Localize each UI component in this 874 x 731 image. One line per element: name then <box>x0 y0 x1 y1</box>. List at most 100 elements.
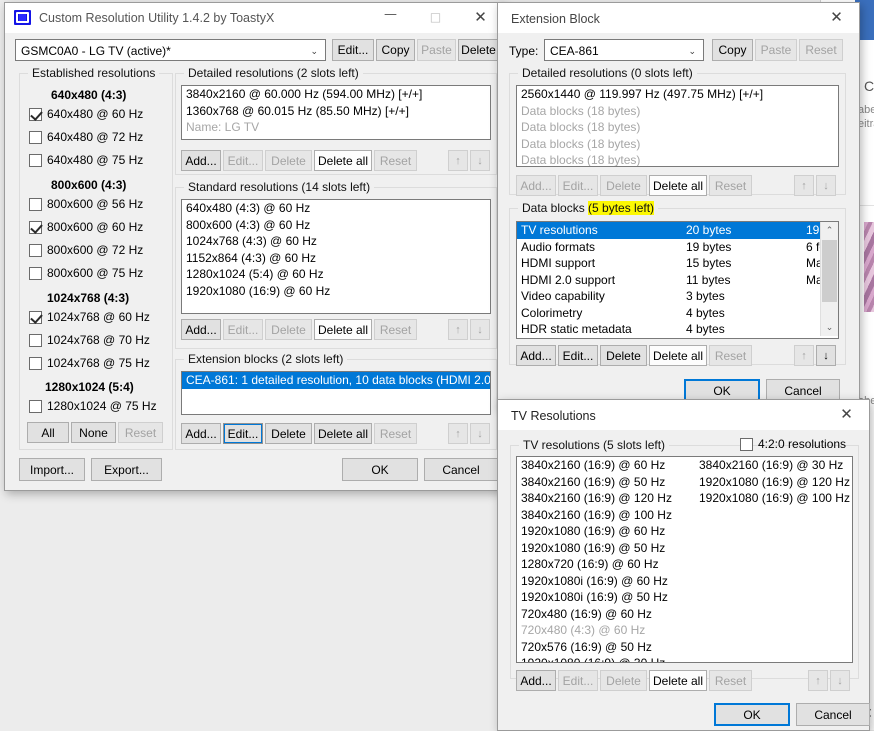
checkbox-800x600-72[interactable] <box>29 244 42 257</box>
tvres-delete-all-button[interactable]: Delete all <box>649 670 707 691</box>
extension-block-close-button[interactable]: ✕ <box>814 3 859 33</box>
established-all-button[interactable]: All <box>27 422 69 443</box>
tv-resolutions-list[interactable]: 3840x2160 (16:9) @ 60 Hz 3840x2160 (16:9… <box>516 456 853 663</box>
datablocks-delete-all-button[interactable]: Delete all <box>649 345 707 366</box>
copy-profile-button[interactable]: Copy <box>376 39 415 61</box>
list-item[interactable]: 3840x2160 (16:9) @ 100 Hz <box>517 507 692 524</box>
checkbox-640x480-60[interactable] <box>29 108 42 121</box>
list-item[interactable]: 1920x1080 (16:9) @ 50 Hz <box>517 540 692 557</box>
list-item[interactable]: 1920x1080 (16:9) @ 120 Hz <box>695 474 850 491</box>
checkbox-640x480-72[interactable] <box>29 131 42 144</box>
list-item[interactable]: 1360x768 @ 60.015 Hz (85.50 MHz) [+/+] <box>182 103 490 120</box>
list-item[interactable]: 1920x1080 (16:9) @ 100 Hz <box>695 490 850 507</box>
list-item[interactable]: Name: LG TV <box>182 119 490 136</box>
list-item[interactable]: 3840x2160 (16:9) @ 120 Hz <box>517 490 692 507</box>
list-item[interactable]: Data blocks (18 bytes) <box>517 152 838 167</box>
export-button[interactable]: Export... <box>91 458 162 481</box>
datablocks-delete-button[interactable]: Delete <box>600 345 647 366</box>
table-row[interactable]: Video capability3 bytes <box>517 288 838 305</box>
list-item[interactable]: 1920x1080 (16:9) @ 60 Hz <box>182 283 490 300</box>
tv-resolutions-cancel-button[interactable]: Cancel <box>796 703 870 726</box>
checkbox-1024x768-60[interactable] <box>29 311 42 324</box>
extblocks-delete-button[interactable]: Delete <box>265 423 312 444</box>
extension-blocks-list[interactable]: CEA-861: 1 detailed resolution, 10 data … <box>181 371 491 415</box>
list-item[interactable]: 3840x2160 (16:9) @ 50 Hz <box>517 474 692 491</box>
list-item[interactable]: 720x576 (16:9) @ 50 Hz <box>517 639 692 656</box>
checkbox-640x480-75[interactable] <box>29 154 42 167</box>
tvres-add-button[interactable]: Add... <box>516 670 556 691</box>
list-item[interactable]: 3840x2160 @ 60.000 Hz (594.00 MHz) [+/+] <box>182 86 490 103</box>
checkbox-420-resolutions[interactable] <box>740 438 753 451</box>
table-row[interactable]: Audio formats19 bytes6 formats <box>517 239 838 256</box>
checkbox-1280x1024-75[interactable] <box>29 400 42 413</box>
list-item[interactable]: 720x480 (16:9) @ 60 Hz <box>517 606 692 623</box>
tv-resolutions-close-button[interactable]: ✕ <box>824 400 869 430</box>
display-combo[interactable]: GSMC0A0 - LG TV (active)* ⌄ <box>15 39 326 61</box>
table-row[interactable]: HDMI support15 bytesMax: 300 MHz <box>517 255 838 272</box>
detailed-resolutions-list[interactable]: 3840x2160 @ 60.000 Hz (594.00 MHz) [+/+]… <box>181 85 491 140</box>
edit-profile-button[interactable]: Edit... <box>332 39 374 61</box>
standard-delete-all-button[interactable]: Delete all <box>314 319 372 340</box>
scroll-down-icon[interactable]: ⌄ <box>821 319 838 336</box>
list-item[interactable]: 1920x1080 (16:9) @ 60 Hz <box>517 523 692 540</box>
list-item[interactable]: 1920x1080i (16:9) @ 60 Hz <box>517 573 692 590</box>
extension-copy-button[interactable]: Copy <box>712 39 753 61</box>
table-row[interactable]: HDR static metadata4 bytes <box>517 321 838 338</box>
list-item[interactable]: 3840x2160 (16:9) @ 60 Hz <box>517 457 692 474</box>
list-item[interactable]: 1152x864 (4:3) @ 60 Hz <box>182 250 490 267</box>
extblocks-edit-button[interactable]: Edit... <box>223 423 263 444</box>
list-item[interactable]: 800x600 (4:3) @ 60 Hz <box>182 217 490 234</box>
list-item[interactable]: CEA-861: 1 detailed resolution, 10 data … <box>182 372 490 389</box>
list-item[interactable]: 1920x1080 (16:9) @ 30 Hz <box>517 655 692 663</box>
datablocks-move-up-button: ↑ <box>794 345 814 366</box>
list-item[interactable]: 1280x1024 (5:4) @ 60 Hz <box>182 266 490 283</box>
list-item[interactable]: Data blocks (18 bytes) <box>517 103 838 120</box>
detailed-delete-all-button[interactable]: Delete all <box>314 150 372 171</box>
delete-profile-button[interactable]: Delete <box>458 39 499 61</box>
tv-resolutions-ok-button[interactable]: OK <box>714 703 790 726</box>
cru-cancel-button[interactable]: Cancel <box>424 458 498 481</box>
checkbox-800x600-60[interactable] <box>29 221 42 234</box>
table-row[interactable]: 4:2:0 capability map3 bytes <box>517 338 838 340</box>
table-row[interactable]: Colorimetry4 bytes <box>517 305 838 322</box>
scrollbar-thumb[interactable] <box>822 240 837 302</box>
extension-type-combo[interactable]: CEA-861 ⌄ <box>544 39 704 61</box>
standard-resolutions-list[interactable]: 640x480 (4:3) @ 60 Hz 800x600 (4:3) @ 60… <box>181 199 491 314</box>
cru-title-bar[interactable]: Custom Resolution Utility 1.4.2 by Toast… <box>5 3 503 33</box>
datablocks-move-down-button[interactable]: ↓ <box>816 345 836 366</box>
checkbox-800x600-75[interactable] <box>29 267 42 280</box>
datablocks-edit-button[interactable]: Edit... <box>558 345 598 366</box>
import-button[interactable]: Import... <box>19 458 85 481</box>
extblocks-add-button[interactable]: Add... <box>181 423 221 444</box>
list-item[interactable]: 1920x1080i (16:9) @ 50 Hz <box>517 589 692 606</box>
cru-ok-button[interactable]: OK <box>342 458 418 481</box>
established-none-button[interactable]: None <box>71 422 116 443</box>
maximize-button[interactable]: □ <box>413 3 458 33</box>
datablocks-add-button[interactable]: Add... <box>516 345 556 366</box>
list-item[interactable]: Data blocks (18 bytes) <box>517 119 838 136</box>
list-item[interactable]: Data blocks (18 bytes) <box>517 136 838 153</box>
list-item[interactable]: 1280x720 (16:9) @ 60 Hz <box>517 556 692 573</box>
table-row[interactable]: TV resolutions20 bytes19 resolutions <box>517 222 838 239</box>
checkbox-800x600-56[interactable] <box>29 198 42 211</box>
list-item[interactable]: 3840x2160 (16:9) @ 30 Hz <box>695 457 850 474</box>
detailed-add-button[interactable]: Add... <box>181 150 221 171</box>
standard-add-button[interactable]: Add... <box>181 319 221 340</box>
list-item[interactable]: 2560x1440 @ 119.997 Hz (497.75 MHz) [+/+… <box>517 86 838 103</box>
extension-block-title: Extension Block <box>511 12 600 26</box>
table-row[interactable]: HDMI 2.0 support11 bytesMax: 600 Mcsc <box>517 272 838 289</box>
minimize-button[interactable]: — <box>368 3 413 33</box>
ext-detailed-resolutions-list[interactable]: 2560x1440 @ 119.997 Hz (497.75 MHz) [+/+… <box>516 85 839 167</box>
list-item[interactable]: 640x480 (4:3) @ 60 Hz <box>182 200 490 217</box>
ext-detailed-delete-all-button[interactable]: Delete all <box>649 175 707 196</box>
scroll-up-icon[interactable]: ⌃ <box>821 222 838 239</box>
list-item[interactable]: 1024x768 (4:3) @ 60 Hz <box>182 233 490 250</box>
extension-block-title-bar[interactable]: Extension Block ✕ <box>498 3 859 33</box>
checkbox-1024x768-75[interactable] <box>29 357 42 370</box>
list-item[interactable]: 720x480 (4:3) @ 60 Hz <box>517 622 692 639</box>
tv-resolutions-title-bar[interactable]: TV Resolutions ✕ <box>498 400 869 430</box>
data-blocks-scrollbar[interactable]: ⌃ ⌄ <box>820 222 838 336</box>
data-blocks-list[interactable]: TV resolutions20 bytes19 resolutions Aud… <box>516 221 839 339</box>
extblocks-delete-all-button[interactable]: Delete all <box>314 423 372 444</box>
checkbox-1024x768-70[interactable] <box>29 334 42 347</box>
